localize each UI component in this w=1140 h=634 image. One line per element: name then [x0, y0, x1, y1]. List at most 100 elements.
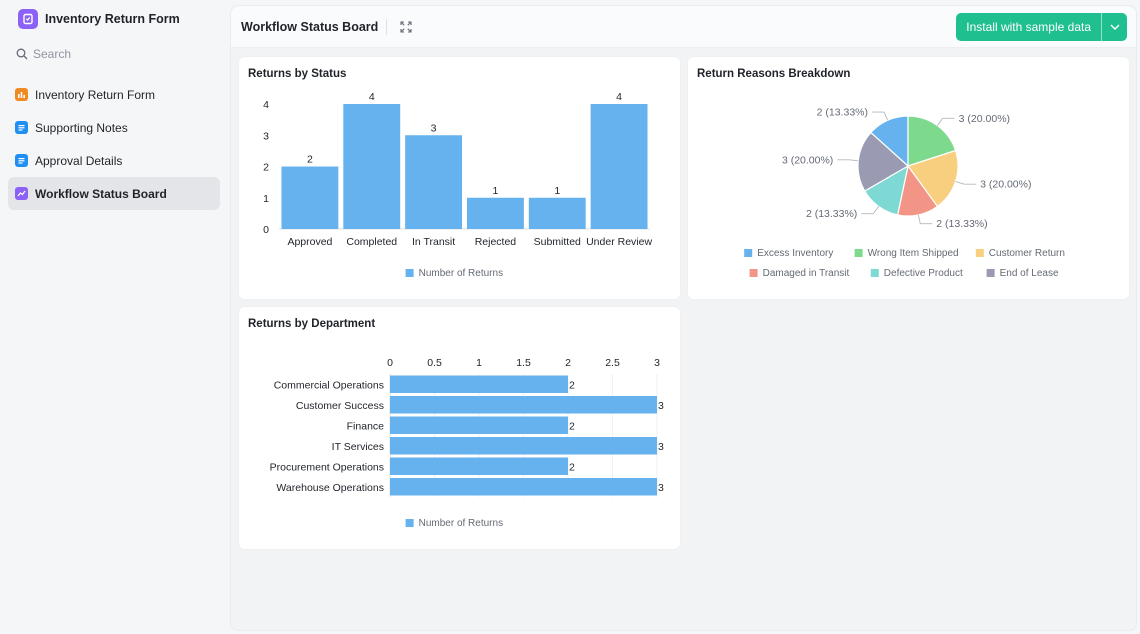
- search-input[interactable]: Search: [16, 44, 220, 64]
- sidebar-item-inventory-return-form[interactable]: Inventory Return Form: [8, 78, 220, 111]
- pie-label-leader: [872, 111, 889, 121]
- chart-legend: Number of Returns: [405, 518, 503, 529]
- legend-label: Damaged in Transit: [763, 268, 850, 279]
- legend-label: Excess Inventory: [757, 248, 833, 259]
- y-tick-label: Commercial Operations: [274, 379, 384, 391]
- board-title: Workflow Status Board: [241, 19, 379, 34]
- bar: [466, 197, 524, 229]
- y-tick-label: 4: [263, 99, 269, 111]
- pie-data-label: 3 (20.00%): [980, 179, 1031, 191]
- legend-swatch: [405, 269, 414, 277]
- chart-legend: Excess Inventory Wrong Item Shipped Custom…: [744, 248, 1065, 279]
- x-tick-label: 0: [387, 357, 393, 369]
- data-label: 2: [569, 420, 575, 432]
- data-label: 3: [658, 441, 664, 453]
- doc-icon: [15, 121, 28, 134]
- legend-swatch: [405, 519, 414, 527]
- doc-icon: [15, 154, 28, 167]
- x-tick-label: Approved: [287, 236, 332, 248]
- sidebar-item-label: Inventory Return Form: [35, 87, 156, 102]
- fullscreen-button[interactable]: [397, 18, 415, 36]
- y-tick-label: Customer Success: [296, 400, 384, 412]
- sidebar-item-label: Workflow Status Board: [35, 186, 167, 201]
- x-tick-label: 2: [565, 357, 571, 369]
- app-title-bar: Inventory Return Form: [18, 8, 220, 30]
- sidebar-item-workflow-status-board[interactable]: Workflow Status Board: [8, 177, 220, 210]
- data-label: 1: [554, 185, 560, 197]
- return-reasons-card: Return Reasons Breakdown 2 (13.33%) 3 (20…: [688, 57, 1129, 299]
- pie-data-label: 2 (13.33%): [806, 208, 857, 220]
- header-divider: [386, 18, 388, 35]
- bar: [390, 478, 657, 496]
- y-tick-label: 0: [263, 224, 269, 236]
- y-tick-label: Warehouse Operations: [276, 482, 384, 494]
- pie-label-leader: [955, 181, 977, 185]
- pie-label-leader: [917, 214, 933, 225]
- bar: [405, 135, 463, 229]
- search-icon: [16, 48, 28, 60]
- data-label: 3: [431, 122, 437, 134]
- returns-by-status-chart: 0 1 2 3 4 2 Approved 4 Completed 3 In Transit 1 Reje…: [263, 91, 652, 279]
- x-tick-label: Under Review: [586, 236, 652, 248]
- data-label: 2: [569, 461, 575, 473]
- sidebar: Inventory Return Form Search Inventory R…: [0, 0, 228, 634]
- chevron-down-icon: [1110, 24, 1119, 30]
- pie-data-label: 2 (13.33%): [817, 107, 868, 119]
- app-logo-icon: [18, 9, 38, 29]
- pie-data-label: 2 (13.33%): [936, 218, 987, 230]
- y-tick-label: IT Services: [332, 441, 384, 453]
- returns-by-status-card: Returns by Status 0 1 2 3 4 2 Approved 4 Complet…: [239, 57, 680, 299]
- data-label: 4: [369, 91, 375, 103]
- install-sample-data-button[interactable]: Install with sample data: [956, 13, 1101, 41]
- x-tick-label: 0.5: [427, 357, 442, 369]
- data-label: 3: [658, 482, 664, 494]
- bar: [390, 416, 568, 434]
- data-label: 4: [616, 91, 622, 103]
- pie-data-label: 3 (20.00%): [959, 113, 1010, 125]
- chart-legend: Number of Returns: [405, 268, 503, 279]
- pie-label-leader: [837, 159, 859, 162]
- expand-icon: [400, 20, 412, 33]
- legend-label: Number of Returns: [419, 518, 503, 529]
- return-reasons-chart: 2 (13.33%) 3 (20.00%) 3 (20.00%) 2 (13.33%)…: [744, 107, 1065, 279]
- x-tick-label: 1.5: [516, 357, 531, 369]
- x-tick-label: In Transit: [412, 236, 455, 248]
- bar: [343, 104, 401, 229]
- pie-label-leader: [937, 117, 955, 126]
- legend-swatch: [749, 269, 758, 277]
- install-dropdown-button[interactable]: [1101, 13, 1127, 41]
- legend-swatch: [854, 249, 863, 257]
- bar: [390, 375, 568, 393]
- sidebar-item-approval-details[interactable]: Approval Details: [8, 144, 220, 177]
- y-tick-label: Finance: [347, 420, 385, 432]
- legend-swatch: [744, 249, 753, 257]
- main-panel: Workflow Status Board Install with sampl…: [230, 5, 1137, 631]
- legend-swatch: [986, 269, 995, 277]
- legend-label: Defective Product: [884, 268, 963, 279]
- y-tick-label: Procurement Operations: [270, 461, 384, 473]
- board-header: Workflow Status Board Install with sampl…: [231, 6, 1136, 48]
- pie-label-leader: [861, 206, 879, 215]
- sidebar-item-supporting-notes[interactable]: Supporting Notes: [8, 111, 220, 144]
- x-tick-label: 2.5: [605, 357, 620, 369]
- y-tick-label: 3: [263, 130, 269, 142]
- bar: [390, 396, 657, 414]
- y-tick-label: 2: [263, 162, 269, 174]
- returns-by-department-chart: 0 0.5 1 1.5 2 2.5 3 2 Commercial Operations 3 Cust…: [270, 357, 664, 529]
- legend-label: Number of Returns: [419, 268, 503, 279]
- x-tick-label: Completed: [346, 236, 397, 248]
- data-label: 2: [307, 154, 313, 166]
- pie-data-label: 3 (20.00%): [782, 154, 833, 166]
- legend-label: End of Lease: [1000, 268, 1059, 279]
- legend-label: Customer Return: [989, 248, 1065, 259]
- sidebar-item-label: Approval Details: [35, 153, 123, 168]
- legend-swatch: [975, 249, 984, 257]
- legend-label: Wrong Item Shipped: [868, 248, 959, 259]
- bar: [281, 166, 339, 229]
- data-label: 3: [658, 400, 664, 412]
- app-title: Inventory Return Form: [45, 12, 180, 26]
- bar: [528, 197, 586, 229]
- dashboard-icon: [15, 187, 28, 200]
- x-tick-label: 3: [654, 357, 660, 369]
- install-button-group: Install with sample data: [956, 13, 1127, 41]
